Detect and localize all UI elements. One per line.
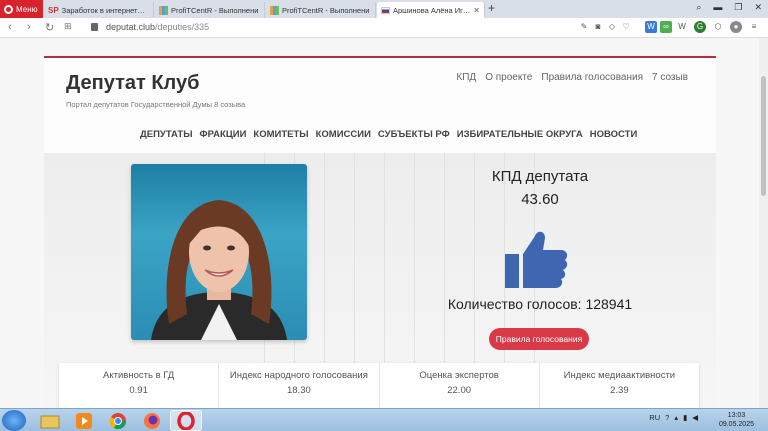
opera-menu-button[interactable]: Меню <box>0 0 43 18</box>
edit-icon[interactable]: ✎ <box>578 21 590 33</box>
nav-commissions[interactable]: КОМИССИИ <box>316 129 371 140</box>
stats-panel: Активность в ГД 0.91 Индекс народного го… <box>59 363 699 408</box>
top-link-about[interactable]: О проекте <box>485 72 532 83</box>
media-player-taskbar-icon[interactable] <box>68 410 100 431</box>
stat-popular-vote: Индекс народного голосования 18.30 <box>219 363 380 408</box>
browser-menu-icon[interactable]: ≡ <box>748 21 760 33</box>
system-tray: RU ? ▴ ▮ ◀ <box>649 413 698 422</box>
chart-favicon-icon <box>270 5 279 15</box>
minimize-icon[interactable]: ▬ <box>713 2 722 13</box>
page-content: Депутат Клуб Портал депутатов Государств… <box>0 38 768 408</box>
sp-icon: SP <box>48 5 59 15</box>
clock-date: 09.05.2025 <box>718 421 754 428</box>
stat-title: Индекс медиаактивности <box>563 370 676 381</box>
top-links: КПД О проекте Правила голосования 7 созы… <box>456 72 688 83</box>
window-controls: ⌕ ▬ ❐ ✕ <box>696 2 762 13</box>
extension-badge-icon[interactable]: ∞ <box>660 21 672 33</box>
camera-icon[interactable]: ◙ <box>592 21 604 33</box>
green-extension-icon[interactable]: G <box>694 21 706 33</box>
word-extension-icon[interactable]: W <box>645 21 657 33</box>
url-field[interactable]: deputat.club/deputies/335 <box>106 22 209 32</box>
tab-label: Заработок в интернете на <box>61 5 149 15</box>
heart-icon[interactable]: ♡ <box>620 21 632 33</box>
tab-2[interactable]: ProfiTCentR - Выполнени <box>155 2 265 18</box>
windows-taskbar: RU ? ▴ ▮ ◀ 13:03 09.05.2025 <box>0 408 768 431</box>
voting-rules-button[interactable]: Правила голосования <box>489 328 589 350</box>
scrollbar-thumb[interactable] <box>761 76 766 196</box>
tab-label: Аршинова Алёна Игорев <box>393 5 470 15</box>
kpd-title: КПД депутата <box>491 168 589 185</box>
menu-label: Меню <box>16 4 38 14</box>
tray-arrow-icon[interactable]: ▴ <box>674 413 678 422</box>
votes-count: Количество голосов: 128941 <box>447 296 633 312</box>
volume-icon[interactable]: ◀ <box>692 413 698 422</box>
nav-factions[interactable]: ФРАКЦИИ <box>200 129 247 140</box>
top-link-7th-convocation[interactable]: 7 созыв <box>652 72 688 83</box>
opera-taskbar-icon[interactable] <box>170 410 202 431</box>
stat-title: Оценка экспертов <box>419 370 499 381</box>
nav-districts[interactable]: ИЗБИРАТЕЛЬНЫЕ ОКРУГА <box>457 129 583 140</box>
language-indicator[interactable]: RU <box>649 413 660 422</box>
tab-label: ProfiTCentR - Выполнени <box>171 5 259 15</box>
profile-icon[interactable]: ● <box>730 21 742 33</box>
address-bar: ‹ › ↻ ⊞ deputat.club/deputies/335 ✎ ◙ ◇ … <box>0 18 768 38</box>
tab-4-active[interactable]: Аршинова Алёна Игорев ✕ <box>377 2 485 18</box>
stat-value: 0.91 <box>129 385 148 396</box>
explorer-taskbar-icon[interactable] <box>34 410 66 431</box>
top-link-kpd[interactable]: КПД <box>456 72 476 83</box>
site-header: Депутат Клуб Портал депутатов Государств… <box>44 58 716 153</box>
firefox-taskbar-icon[interactable] <box>136 410 168 431</box>
opera-logo-icon <box>4 4 13 14</box>
stat-value: 2.39 <box>610 385 629 396</box>
nav-subjects[interactable]: СУБЪЕКТЫ РФ <box>378 129 450 140</box>
help-icon[interactable]: ? <box>665 413 669 422</box>
tab-3[interactable]: ProfiTCentR - Выполнени <box>266 2 376 18</box>
chart-favicon-icon <box>159 5 168 15</box>
ru-flag-icon <box>381 6 390 14</box>
nav-deputies[interactable]: ДЕПУТАТЫ <box>140 129 193 140</box>
stat-activity: Активность в ГД 0.91 <box>59 363 220 408</box>
forward-icon[interactable]: › <box>27 21 31 33</box>
start-button-icon[interactable] <box>2 410 26 431</box>
back-icon[interactable]: ‹ <box>8 21 12 33</box>
stat-media: Индекс медиаактивности 2.39 <box>540 363 699 408</box>
site-title[interactable]: Депутат Клуб <box>66 72 199 95</box>
page-scrollbar[interactable] <box>759 38 768 408</box>
thumbs-up-icon[interactable] <box>505 228 569 290</box>
reload-icon[interactable]: ↻ <box>45 21 54 34</box>
browser-tab-bar: Меню SP Заработок в интернете на ProfiTC… <box>0 0 768 18</box>
top-link-voting-rules[interactable]: Правила голосования <box>541 72 643 83</box>
close-tab-icon[interactable]: ✕ <box>473 6 480 15</box>
search-icon[interactable]: ⌕ <box>696 2 701 13</box>
network-icon[interactable]: ▮ <box>683 413 687 422</box>
lock-icon <box>91 23 98 31</box>
chrome-taskbar-icon[interactable] <box>102 410 134 431</box>
site-subtitle: Портал депутатов Государственной Думы 8 … <box>66 100 246 109</box>
deputy-photo <box>131 164 307 340</box>
stat-value: 18.30 <box>286 385 311 396</box>
stat-experts: Оценка экспертов 22.00 <box>380 363 540 408</box>
clock-time: 13:03 <box>727 412 746 419</box>
clock[interactable]: 13:03 09.05.2025 <box>719 411 754 429</box>
speed-dial-icon[interactable]: ⊞ <box>64 21 72 32</box>
nav-committees[interactable]: КОМИТЕТЫ <box>253 129 308 140</box>
tab-1[interactable]: SP Заработок в интернете на <box>44 2 154 18</box>
main-nav: ДЕПУТАТЫ ФРАКЦИИ КОМИТЕТЫ КОМИССИИ СУБЪЕ… <box>140 129 637 140</box>
box-icon[interactable]: ⬡ <box>712 21 724 33</box>
maximize-icon[interactable]: ❐ <box>734 2 742 13</box>
shield-icon[interactable]: ◇ <box>606 21 618 33</box>
stat-title: Активность в ГД <box>103 370 175 381</box>
stat-title: Индекс народного голосования <box>229 370 368 381</box>
nav-news[interactable]: НОВОСТИ <box>590 129 638 140</box>
new-tab-icon[interactable]: + <box>488 1 495 15</box>
close-window-icon[interactable]: ✕ <box>754 2 762 13</box>
w-extension-icon[interactable]: W <box>676 21 688 33</box>
stat-value: 22.00 <box>447 385 472 396</box>
tab-label: ProfiTCentR - Выполнени <box>282 5 370 15</box>
kpd-value: 43.60 <box>521 191 559 208</box>
